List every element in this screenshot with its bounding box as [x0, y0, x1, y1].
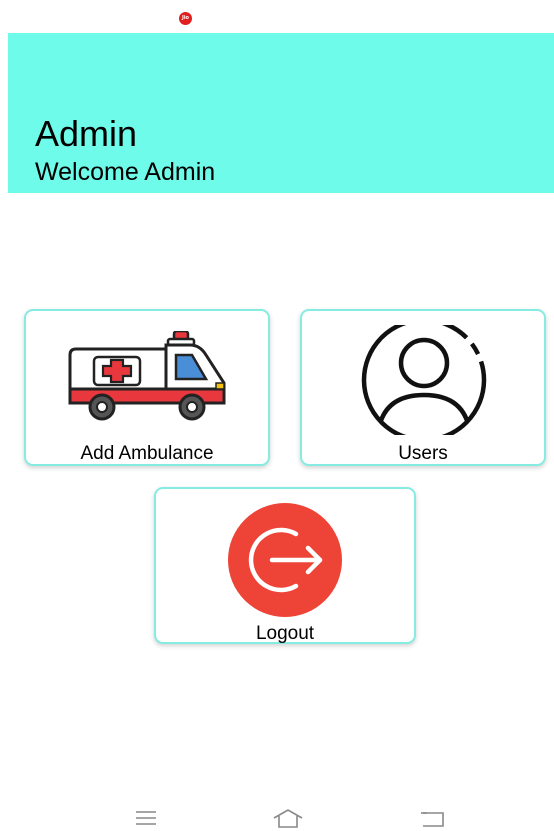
status-bar: Jio	[0, 0, 554, 33]
system-nav-bar	[0, 798, 554, 831]
home-icon[interactable]	[268, 806, 308, 830]
admin-screen: Jio Admin Welcome Admin Add Ambulance Us…	[0, 0, 554, 831]
users-label: Users	[398, 443, 448, 464]
user-icon	[361, 325, 487, 435]
welcome-text: Welcome Admin	[35, 158, 216, 186]
carrier-logo: Jio	[179, 12, 192, 25]
logout-icon	[228, 503, 342, 617]
menu-icon[interactable]	[126, 806, 166, 830]
logout-label: Logout	[255, 623, 315, 644]
logout-button[interactable]: Logout	[154, 487, 416, 644]
header-banner: Admin Welcome Admin	[8, 33, 554, 193]
add-ambulance-label: Add Ambulance	[80, 443, 214, 464]
page-title: Admin	[35, 113, 138, 154]
back-icon[interactable]	[413, 806, 453, 830]
add-ambulance-button[interactable]: Add Ambulance	[24, 309, 270, 466]
ambulance-icon	[68, 331, 226, 421]
users-button[interactable]: Users	[300, 309, 546, 466]
